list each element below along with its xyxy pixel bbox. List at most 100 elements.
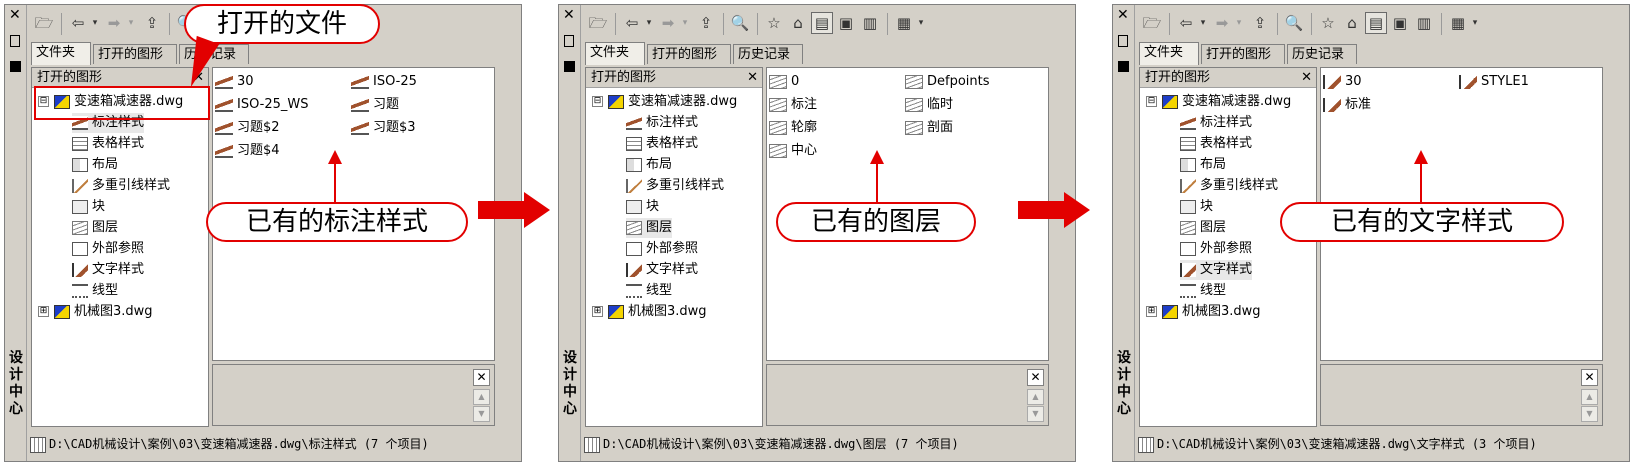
- tab-folders[interactable]: 文件夹: [31, 42, 91, 65]
- up-folder-icon[interactable]: ⇪: [1249, 12, 1271, 34]
- tree-node[interactable]: 布局: [1180, 155, 1226, 175]
- list-item[interactable]: STYLE1: [1459, 72, 1529, 92]
- tree-node[interactable]: 文字样式: [72, 260, 144, 280]
- back-icon[interactable]: ⇦: [67, 12, 89, 34]
- list-item[interactable]: Defpoints: [905, 72, 990, 92]
- tree-node[interactable]: 多重引线样式: [72, 176, 170, 196]
- tab-history[interactable]: 历史记录: [1287, 44, 1357, 64]
- list-item[interactable]: 习题$2: [215, 118, 280, 138]
- scroll-down-icon[interactable]: ▼: [473, 406, 490, 422]
- tree-node[interactable]: 线型: [1180, 281, 1226, 301]
- autohide-icon[interactable]: [1118, 35, 1128, 47]
- favorites-icon[interactable]: ☆: [1317, 12, 1339, 34]
- properties-icon[interactable]: [564, 61, 575, 72]
- tab-folders[interactable]: 文件夹: [585, 42, 645, 65]
- tree-node[interactable]: 图层: [72, 218, 118, 238]
- close-icon[interactable]: ✕: [747, 68, 758, 87]
- preview-icon[interactable]: ▣: [1389, 12, 1411, 34]
- scroll-up-icon[interactable]: ▲: [1027, 389, 1044, 405]
- list-item[interactable]: 轮廓: [769, 118, 817, 138]
- list-item[interactable]: 习题$3: [351, 118, 416, 138]
- search-icon[interactable]: 🔍: [1283, 12, 1305, 34]
- chevron-down-icon[interactable]: ▾: [125, 12, 137, 34]
- home-icon[interactable]: ⌂: [1341, 12, 1363, 34]
- tree-node[interactable]: 线型: [72, 281, 118, 301]
- tree-node[interactable]: 多重引线样式: [1180, 176, 1278, 196]
- favorites-icon[interactable]: ☆: [763, 12, 785, 34]
- tree-node[interactable]: ⊟ 变速箱减速器.dwg: [592, 92, 737, 112]
- chevron-down-icon[interactable]: ▾: [1233, 12, 1245, 34]
- list-item[interactable]: 30: [215, 72, 254, 92]
- chevron-down-icon[interactable]: ▾: [89, 12, 101, 34]
- close-icon[interactable]: ✕: [1581, 369, 1598, 386]
- back-icon[interactable]: ⇦: [1175, 12, 1197, 34]
- back-icon[interactable]: ⇦: [621, 12, 643, 34]
- close-icon[interactable]: ✕: [9, 7, 21, 23]
- list-item[interactable]: 习题: [351, 95, 399, 115]
- list-item[interactable]: 标准: [1323, 95, 1371, 115]
- tree-node[interactable]: 外部参照: [626, 239, 698, 259]
- close-icon[interactable]: ✕: [563, 7, 575, 23]
- tab-history[interactable]: 历史记录: [733, 44, 803, 64]
- chevron-down-icon[interactable]: ▾: [1197, 12, 1209, 34]
- expand-icon[interactable]: ⊞: [592, 306, 603, 317]
- tree-node[interactable]: 表格样式: [72, 134, 144, 154]
- search-icon[interactable]: 🔍: [729, 12, 751, 34]
- up-folder-icon[interactable]: ⇪: [141, 12, 163, 34]
- close-icon[interactable]: ✕: [1117, 7, 1129, 23]
- tree-node[interactable]: 图层: [1180, 218, 1226, 238]
- forward-icon[interactable]: ➡: [1211, 12, 1233, 34]
- tree-node[interactable]: 文字样式: [626, 260, 698, 280]
- close-icon[interactable]: ✕: [1027, 369, 1044, 386]
- tree-node[interactable]: ⊞ 机械图3.dwg: [592, 302, 707, 322]
- tree-node[interactable]: 表格样式: [1180, 134, 1252, 154]
- expand-icon[interactable]: ⊞: [1146, 306, 1157, 317]
- tab-folders[interactable]: 文件夹: [1139, 42, 1199, 65]
- tree-node[interactable]: 多重引线样式: [626, 176, 724, 196]
- properties-icon[interactable]: [1118, 61, 1129, 72]
- list-item[interactable]: ISO-25: [351, 72, 417, 92]
- tree-toggle-icon[interactable]: ▤: [1365, 12, 1387, 34]
- tree-node[interactable]: 块: [1180, 197, 1213, 217]
- tree-node[interactable]: 块: [72, 197, 105, 217]
- load-folder-icon[interactable]: 🗁: [587, 12, 609, 34]
- views-icon[interactable]: ▦: [893, 12, 915, 34]
- collapse-icon[interactable]: ⊟: [1146, 96, 1157, 107]
- forward-icon[interactable]: ➡: [103, 12, 125, 34]
- autohide-icon[interactable]: [10, 35, 20, 47]
- tree-node[interactable]: 图层: [626, 218, 673, 238]
- properties-icon[interactable]: [10, 61, 21, 72]
- collapse-icon[interactable]: ⊟: [592, 96, 603, 107]
- list-item[interactable]: 30: [1323, 72, 1362, 92]
- tree-node[interactable]: 表格样式: [626, 134, 698, 154]
- chevron-down-icon[interactable]: ▾: [915, 12, 927, 34]
- list-item[interactable]: 剖面: [905, 118, 953, 138]
- chevron-down-icon[interactable]: ▾: [679, 12, 691, 34]
- tree-node[interactable]: ⊞ 机械图3.dwg: [1146, 302, 1261, 322]
- list-item[interactable]: 0: [769, 72, 799, 92]
- expand-icon[interactable]: ⊞: [38, 306, 49, 317]
- tree-node[interactable]: ⊟ 变速箱减速器.dwg: [1146, 92, 1291, 112]
- close-icon[interactable]: ✕: [473, 369, 490, 386]
- close-icon[interactable]: ✕: [1301, 68, 1312, 87]
- tree-toggle-icon[interactable]: ▤: [811, 12, 833, 34]
- tree-node[interactable]: 外部参照: [72, 239, 144, 259]
- chevron-down-icon[interactable]: ▾: [1469, 12, 1481, 34]
- list-item[interactable]: 标注: [769, 95, 817, 115]
- scroll-down-icon[interactable]: ▼: [1027, 406, 1044, 422]
- list-item[interactable]: 中心: [769, 141, 817, 161]
- autohide-icon[interactable]: [564, 35, 574, 47]
- tree-node[interactable]: 线型: [626, 281, 672, 301]
- views-icon[interactable]: ▦: [1447, 12, 1469, 34]
- tree-node[interactable]: ⊞ 机械图3.dwg: [38, 302, 153, 322]
- scroll-up-icon[interactable]: ▲: [1581, 389, 1598, 405]
- load-folder-icon[interactable]: 🗁: [1141, 12, 1163, 34]
- up-folder-icon[interactable]: ⇪: [695, 12, 717, 34]
- tree-node[interactable]: 布局: [626, 155, 672, 175]
- tree-node[interactable]: 文字样式: [1180, 260, 1253, 280]
- preview-icon[interactable]: ▣: [835, 12, 857, 34]
- scroll-down-icon[interactable]: ▼: [1581, 406, 1598, 422]
- chevron-down-icon[interactable]: ▾: [643, 12, 655, 34]
- tree-node[interactable]: 块: [626, 197, 659, 217]
- forward-icon[interactable]: ➡: [657, 12, 679, 34]
